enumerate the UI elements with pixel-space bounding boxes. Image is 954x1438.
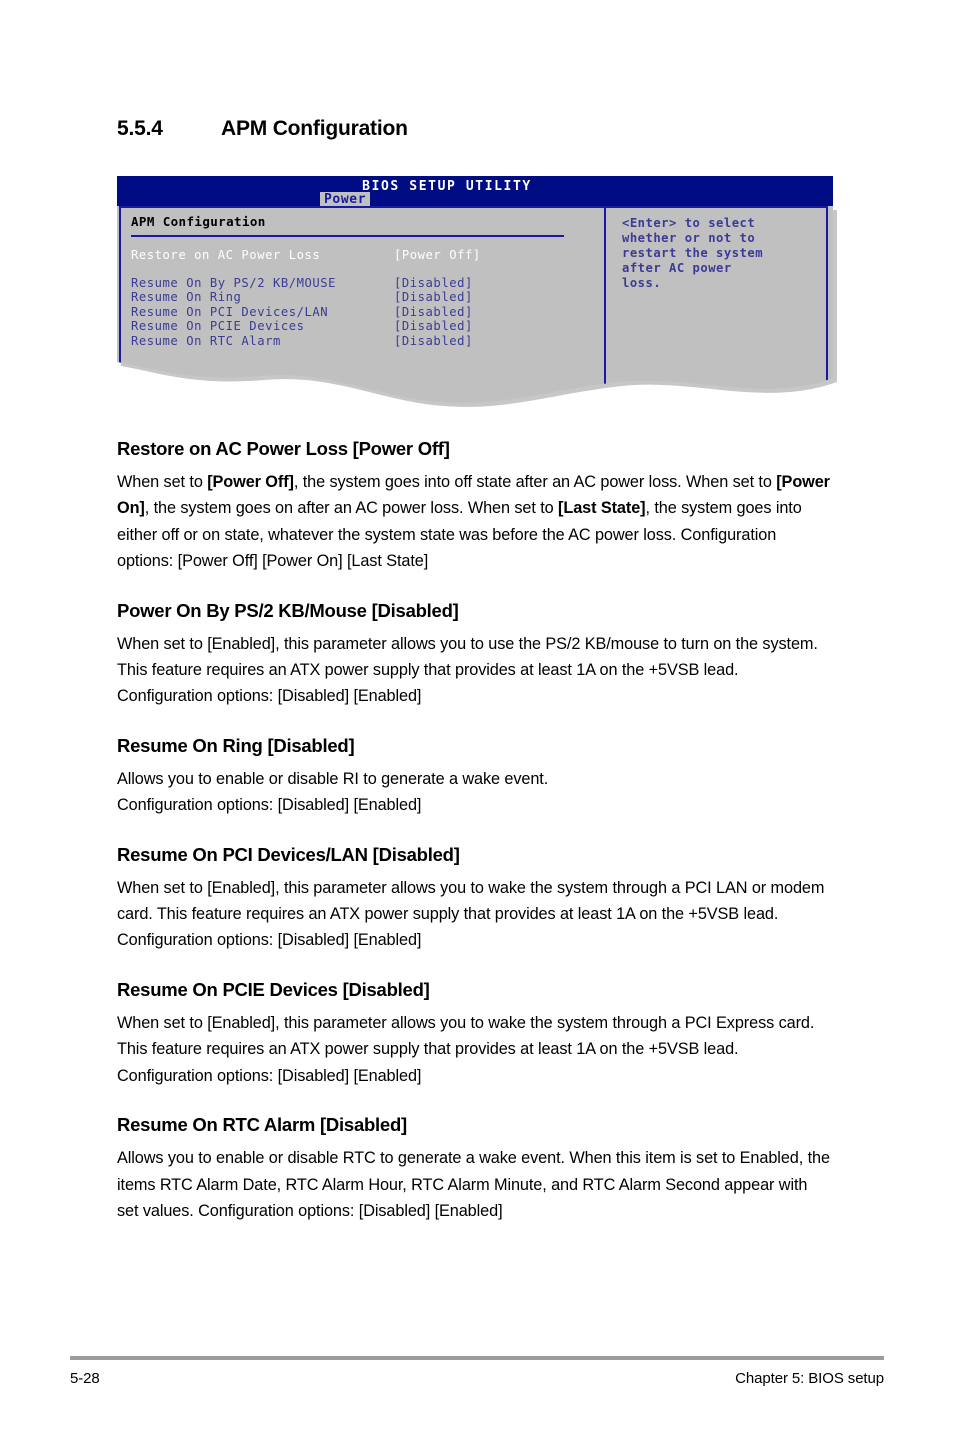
bios-setting-row[interactable]: Resume On PCI Devices/LAN [Disabled] (131, 305, 596, 320)
setting-heading: Resume On PCI Devices/LAN [Disabled] (117, 843, 460, 865)
bios-setting-row[interactable]: Restore on AC Power Loss [Power Off] (131, 248, 596, 263)
body-text-run: Allows you to enable or disable RI to ge… (117, 769, 549, 815)
bios-settings-panel: APM Configuration Restore on AC Power Lo… (131, 214, 596, 349)
body-text-run: , the system goes on after an AC power l… (144, 499, 559, 518)
bios-panel-heading: APM Configuration (131, 214, 266, 229)
body-text-run: When set to [Enabled], this parameter al… (117, 878, 829, 950)
settings-description-list: Restore on AC Power Loss [Power Off] When… (117, 438, 833, 1224)
bios-help-line: whether or not to (622, 231, 756, 245)
setting-body-text: When set to [Power Off], the system goes… (117, 469, 833, 575)
setting-description-block: Resume On PCIE Devices [Disabled] When se… (117, 979, 833, 1089)
body-text-run: Allows you to enable or disable RTC to g… (117, 1149, 835, 1220)
bios-setting-label: Resume On By PS/2 KB/MOUSE (131, 275, 337, 290)
bios-frame-top (119, 206, 828, 208)
bios-title: BIOS SETUP UTILITY (362, 179, 532, 194)
setting-description-block: Restore on AC Power Loss [Power Off] When… (117, 438, 833, 575)
footer-divider (70, 1356, 884, 1360)
bios-settings-list: Restore on AC Power Loss [Power Off] Resum… (131, 248, 596, 349)
body-text-run: When set to (117, 473, 208, 491)
setting-description-block: Resume On PCI Devices/LAN [Disabled] When… (117, 844, 833, 954)
emphasis-text: [Power Off] (207, 473, 294, 491)
setting-heading: Resume On PCIE Devices [Disabled] (117, 978, 430, 1000)
setting-body-text: When set to [Enabled], this parameter al… (117, 631, 833, 710)
bios-window-body: APM Configuration Restore on AC Power Lo… (117, 206, 837, 412)
setting-heading: Resume On RTC Alarm [Disabled] (117, 1114, 407, 1136)
bios-setting-label: Resume On Ring (131, 290, 242, 305)
setting-heading: Resume On Ring [Disabled] (117, 734, 355, 756)
section-title: APM Configuration (221, 117, 408, 140)
footer-page-number: 5-28 (70, 1370, 100, 1387)
bios-frame-right (826, 206, 828, 394)
bios-setting-row[interactable]: Resume On RTC Alarm [Disabled] (131, 334, 596, 349)
setting-body-text: Allows you to enable or disable RTC to g… (117, 1145, 833, 1224)
setting-heading: Restore on AC Power Loss [Power Off] (117, 438, 450, 459)
bios-setting-row[interactable]: Resume On Ring [Disabled] (131, 290, 596, 305)
emphasis-text: [Last State] (558, 499, 646, 518)
bios-setting-value[interactable]: [Power Off] (394, 248, 481, 263)
bios-setting-row[interactable]: Resume On By PS/2 KB/MOUSE [Disabled] (131, 276, 596, 291)
setting-body-text: When set to [Enabled], this parameter al… (117, 875, 833, 954)
bios-setting-row[interactable]: Resume On PCIE Devices [Disabled] (131, 319, 596, 334)
body-text-run: When set to [Enabled], this parameter al… (117, 1013, 819, 1085)
bios-help-line: <Enter> to select (622, 216, 756, 230)
setting-body-text: Allows you to enable or disable RI to ge… (117, 766, 833, 819)
bios-setting-value[interactable]: [Disabled] (394, 276, 473, 291)
bios-titlebar: BIOS SETUP UTILITY Power (117, 176, 833, 208)
bios-heading-rule (131, 235, 564, 237)
bios-setting-label: Resume On PCIE Devices (131, 319, 305, 334)
setting-description-block: Resume On RTC Alarm [Disabled] Allows you… (117, 1114, 833, 1224)
bios-row-spacer (131, 263, 596, 276)
bios-help-line: restart the system (622, 246, 764, 260)
bios-screenshot-figure: BIOS SETUP UTILITY Power APM Configurati… (117, 176, 837, 412)
bios-help-text: <Enter> to select whether or not to restar… (622, 216, 817, 291)
body-text-run: When set to [Enabled], this parameter al… (117, 634, 822, 706)
setting-heading: Power On By PS/2 KB/Mouse [Disabled] (117, 599, 459, 621)
setting-description-block: Resume On Ring [Disabled] Allows you to e… (117, 735, 833, 819)
setting-body-text: When set to [Enabled], this parameter al… (117, 1010, 833, 1089)
bios-help-line: after AC power (622, 261, 732, 275)
body-text-run: , the system goes into off state after a… (293, 473, 777, 491)
footer-chapter: Chapter 5: BIOS setup (735, 1370, 884, 1387)
bios-setting-value[interactable]: [Disabled] (394, 305, 473, 320)
bios-setting-label: Restore on AC Power Loss (131, 248, 321, 262)
bios-panel-divider (604, 206, 606, 391)
bios-setting-value[interactable]: [Disabled] (394, 290, 473, 305)
bios-setting-label: Resume On RTC Alarm (131, 333, 281, 348)
page-title: 5.5.4 APM Configuration (117, 117, 837, 141)
bios-help-line: loss. (622, 276, 662, 290)
bios-setting-label: Resume On PCI Devices/LAN (131, 304, 329, 319)
bios-frame-left (119, 206, 121, 382)
bios-setting-value[interactable]: [Disabled] (394, 319, 473, 334)
setting-description-block: Power On By PS/2 KB/Mouse [Disabled] When… (117, 600, 833, 710)
bios-setting-value[interactable]: [Disabled] (394, 334, 473, 349)
bios-help-panel: <Enter> to select whether or not to restar… (622, 216, 817, 291)
bios-window-surface: APM Configuration Restore on AC Power Lo… (117, 206, 833, 408)
section-number: 5.5.4 (117, 117, 163, 140)
